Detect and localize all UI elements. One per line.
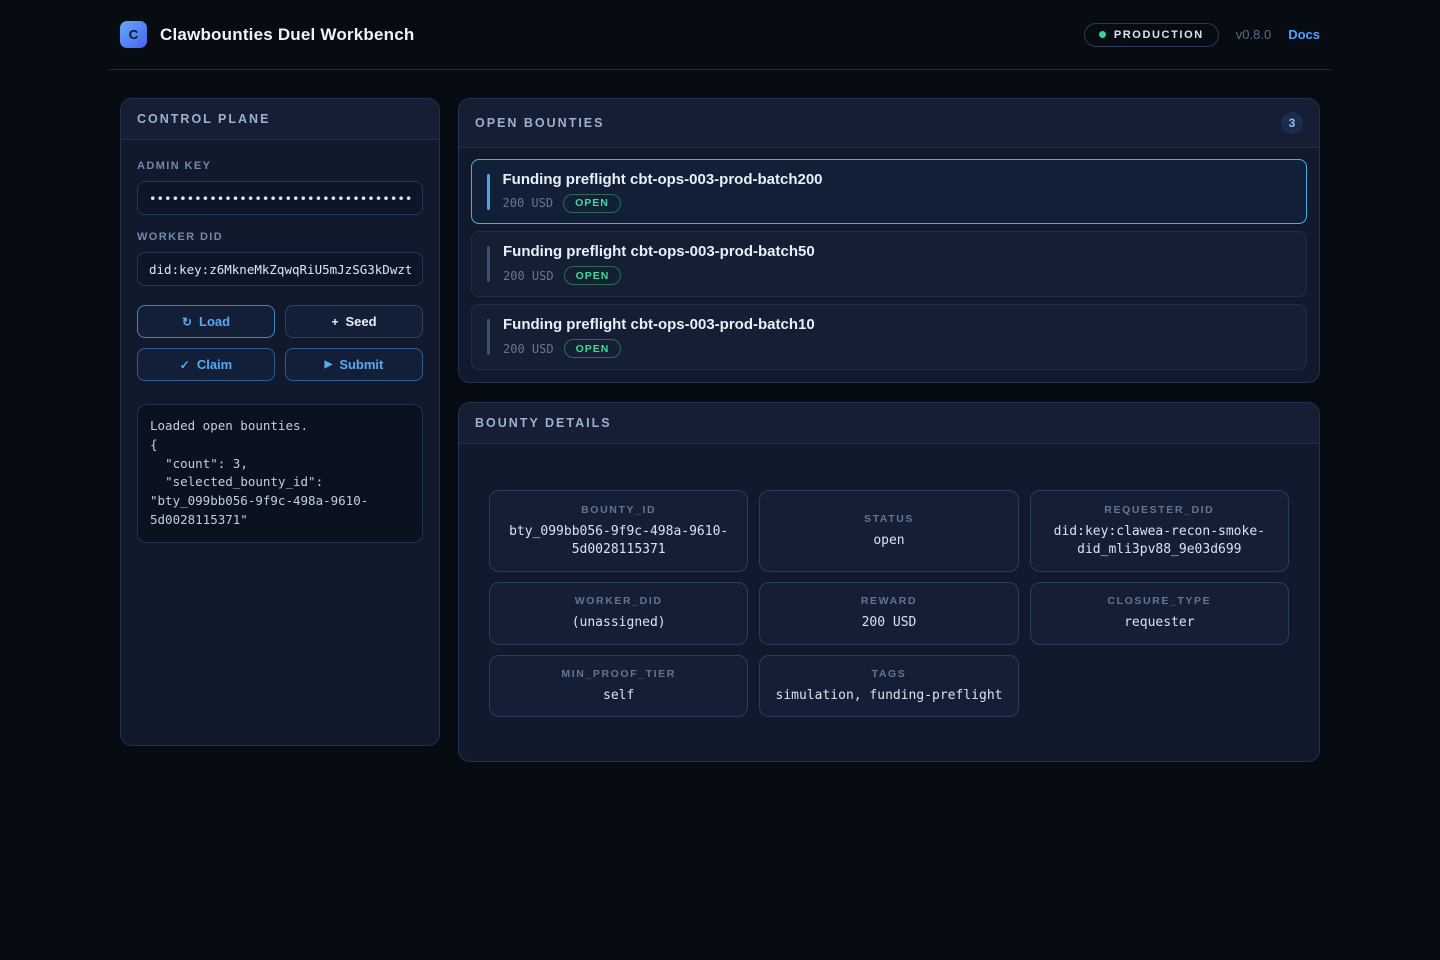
bounty-meta: 200 USD OPEN <box>503 194 823 213</box>
detail-label: WORKER_DID <box>502 595 735 607</box>
claim-button[interactable]: ✓ Claim <box>137 348 275 381</box>
admin-key-input[interactable] <box>137 181 423 215</box>
bounty-card[interactable]: Funding preflight cbt-ops-003-prod-batch… <box>471 231 1307 297</box>
console-output: Loaded open bounties. { "count": 3, "sel… <box>137 404 423 543</box>
control-plane-header: CONTROL PLANE <box>121 99 439 140</box>
details-grid: BOUNTY_ID bty_099bb056-9f9c-498a-9610-5d… <box>489 490 1289 717</box>
main-content: CONTROL PLANE ADMIN KEY WORKER DID ↻ Loa… <box>108 70 1332 762</box>
detail-value: did:key:clawea-recon-smoke-did_mli3pv88_… <box>1043 523 1276 558</box>
open-bounties-panel: OPEN BOUNTIES 3 Funding preflight cbt-op… <box>458 98 1320 383</box>
status-badge: OPEN <box>563 194 621 213</box>
detail-value: open <box>772 532 1005 550</box>
accent-bar <box>487 174 490 210</box>
bounty-title: Funding preflight cbt-ops-003-prod-batch… <box>503 171 823 188</box>
detail-value: requester <box>1043 614 1276 632</box>
play-icon: ▶ <box>325 360 333 370</box>
bounty-details-title: BOUNTY DETAILS <box>475 416 612 430</box>
seed-button-label: Seed <box>345 314 376 329</box>
detail-cell-bounty-id: BOUNTY_ID bty_099bb056-9f9c-498a-9610-5d… <box>489 490 748 572</box>
environment-label: PRODUCTION <box>1114 29 1204 41</box>
worker-did-input[interactable] <box>137 252 423 286</box>
bounty-meta: 200 USD OPEN <box>503 266 815 285</box>
status-badge: OPEN <box>564 266 622 285</box>
detail-value: bty_099bb056-9f9c-498a-9610-5d0028115371 <box>502 523 735 558</box>
detail-label: BOUNTY_ID <box>502 504 735 516</box>
bounty-card-content: Funding preflight cbt-ops-003-prod-batch… <box>503 171 823 213</box>
control-plane-body: ADMIN KEY WORKER DID ↻ Load + Seed ✓ <box>121 140 439 559</box>
detail-label: CLOSURE_TYPE <box>1043 595 1276 607</box>
detail-cell-reward: REWARD 200 USD <box>759 582 1018 645</box>
submit-button[interactable]: ▶ Submit <box>285 348 423 381</box>
claim-button-label: Claim <box>197 357 232 372</box>
page-title: Clawbounties Duel Workbench <box>160 25 414 45</box>
bounty-list: Funding preflight cbt-ops-003-prod-batch… <box>459 148 1319 382</box>
detail-label: MIN_PROOF_TIER <box>502 668 735 680</box>
detail-label: TAGS <box>772 668 1005 680</box>
version-label: v0.8.0 <box>1236 27 1271 42</box>
detail-value: simulation, funding-preflight <box>772 687 1005 705</box>
bounty-title: Funding preflight cbt-ops-003-prod-batch… <box>503 316 815 333</box>
app-header: C Clawbounties Duel Workbench PRODUCTION… <box>108 0 1332 70</box>
detail-cell-tags: TAGS simulation, funding-preflight <box>759 655 1018 718</box>
load-button-label: Load <box>199 314 230 329</box>
bounty-title: Funding preflight cbt-ops-003-prod-batch… <box>503 243 815 260</box>
bounty-details-panel: BOUNTY DETAILS BOUNTY_ID bty_099bb056-9f… <box>458 402 1320 762</box>
environment-badge: PRODUCTION <box>1084 23 1219 47</box>
open-bounties-title: OPEN BOUNTIES <box>475 116 605 130</box>
detail-value: self <box>502 687 735 705</box>
load-button[interactable]: ↻ Load <box>137 305 275 338</box>
status-badge: OPEN <box>564 339 622 358</box>
check-icon: ✓ <box>180 359 190 371</box>
admin-key-label: ADMIN KEY <box>137 160 423 172</box>
accent-bar <box>487 246 490 282</box>
bounty-card[interactable]: Funding preflight cbt-ops-003-prod-batch… <box>471 304 1307 370</box>
detail-cell-status: STATUS open <box>759 490 1018 572</box>
bounty-reward: 200 USD <box>503 342 554 356</box>
open-bounties-header: OPEN BOUNTIES 3 <box>459 99 1319 148</box>
bounty-details-header: BOUNTY DETAILS <box>459 403 1319 444</box>
bounty-details-body: BOUNTY_ID bty_099bb056-9f9c-498a-9610-5d… <box>459 444 1319 761</box>
detail-label: REWARD <box>772 595 1005 607</box>
app-logo: C <box>120 21 147 48</box>
detail-label: REQUESTER_DID <box>1043 504 1276 516</box>
detail-value: 200 USD <box>772 614 1005 632</box>
detail-cell-requester-did: REQUESTER_DID did:key:clawea-recon-smoke… <box>1030 490 1289 572</box>
detail-label: STATUS <box>772 513 1005 525</box>
refresh-icon: ↻ <box>182 316 192 328</box>
detail-cell-min-proof-tier: MIN_PROOF_TIER self <box>489 655 748 718</box>
bounty-reward: 200 USD <box>503 269 554 283</box>
detail-cell-closure-type: CLOSURE_TYPE requester <box>1030 582 1289 645</box>
bounty-card[interactable]: Funding preflight cbt-ops-003-prod-batch… <box>471 159 1307 224</box>
bounty-count-badge: 3 <box>1281 112 1303 134</box>
detail-value: (unassigned) <box>502 614 735 632</box>
plus-icon: + <box>331 316 338 328</box>
control-plane-title: CONTROL PLANE <box>137 112 270 126</box>
bounty-card-content: Funding preflight cbt-ops-003-prod-batch… <box>503 316 815 358</box>
worker-did-label: WORKER DID <box>137 231 423 243</box>
seed-button[interactable]: + Seed <box>285 305 423 338</box>
header-right: PRODUCTION v0.8.0 Docs <box>1084 23 1320 47</box>
bounty-card-content: Funding preflight cbt-ops-003-prod-batch… <box>503 243 815 285</box>
accent-bar <box>487 319 490 355</box>
detail-cell-worker-did: WORKER_DID (unassigned) <box>489 582 748 645</box>
status-dot-icon <box>1099 31 1106 38</box>
bounty-reward: 200 USD <box>503 196 554 210</box>
action-buttons: ↻ Load + Seed ✓ Claim ▶ Submit <box>137 305 423 381</box>
submit-button-label: Submit <box>339 357 383 372</box>
logo-letter: C <box>129 27 138 42</box>
bounty-meta: 200 USD OPEN <box>503 339 815 358</box>
docs-link[interactable]: Docs <box>1288 27 1320 42</box>
right-column: OPEN BOUNTIES 3 Funding preflight cbt-op… <box>458 98 1320 762</box>
control-plane-panel: CONTROL PLANE ADMIN KEY WORKER DID ↻ Loa… <box>120 98 440 746</box>
page-container: C Clawbounties Duel Workbench PRODUCTION… <box>108 0 1332 762</box>
